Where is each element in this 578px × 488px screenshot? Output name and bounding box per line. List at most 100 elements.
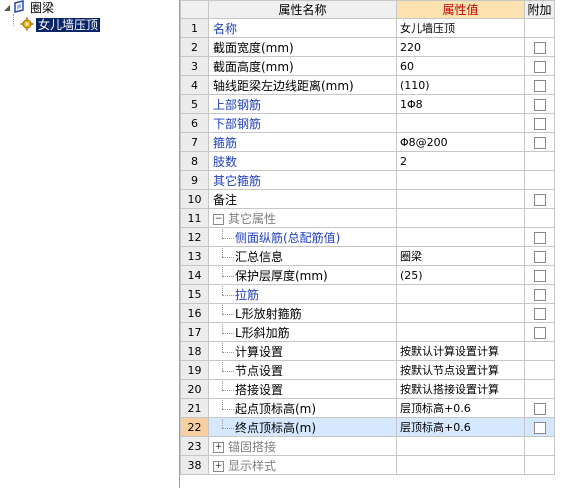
extra-checkbox[interactable] [533,231,546,244]
property-name-cell[interactable]: 其它箍筋 [208,170,397,190]
property-value-cell[interactable] [396,113,525,133]
extra-checkbox[interactable] [533,250,546,263]
property-name-cell[interactable]: 下部钢筋 [208,113,397,133]
property-value-cell[interactable] [396,436,525,456]
extra-checkbox[interactable] [533,60,546,73]
property-row[interactable]: 9 其它箍筋 [180,170,555,190]
property-name-cell[interactable]: 轴线距梁左边线距离(mm) [208,75,397,95]
row-number: 15 [180,284,209,304]
property-row[interactable]: 8 肢数 2 [180,151,555,171]
tree-node-ring-beam[interactable]: ◢ 圈梁 [4,0,56,16]
property-value-cell[interactable] [396,284,525,304]
property-name-cell[interactable]: 备注 [208,189,397,209]
property-value-cell[interactable]: Φ8@200 [396,132,525,152]
extra-checkbox[interactable] [533,288,546,301]
extra-checkbox[interactable] [533,269,546,282]
property-name-cell[interactable]: 节点设置 [208,360,397,380]
property-value-cell[interactable] [396,303,525,323]
property-value-cell[interactable] [396,322,525,342]
tree-node-parapet-cap[interactable]: 女儿墙压顶 [20,17,101,33]
header-property-name[interactable]: 属性名称 [208,0,397,19]
property-row[interactable]: 12 侧面纵筋(总配筋值) [180,227,555,247]
property-row[interactable]: 1 名称 女儿墙压顶 [180,18,555,38]
extra-checkbox[interactable] [533,41,546,54]
property-value-cell[interactable] [396,227,525,247]
property-row[interactable]: 15 拉筋 [180,284,555,304]
property-name-cell[interactable]: 保护层厚度(mm) [208,265,397,285]
property-value-cell[interactable]: 60 [396,56,525,76]
property-name-cell[interactable]: 侧面纵筋(总配筋值) [208,227,397,247]
extra-checkbox[interactable] [533,98,546,111]
extra-cell [524,132,555,152]
property-value-cell[interactable]: 按默认搭接设置计算 [396,379,525,399]
property-row[interactable]: 11− 其它属性 [180,208,555,228]
extra-checkbox[interactable] [533,326,546,339]
property-value-cell[interactable]: 2 [396,151,525,171]
property-row[interactable]: 10 备注 [180,189,555,209]
property-value-cell[interactable]: 按默认计算设置计算 [396,341,525,361]
property-name-cell[interactable]: 肢数 [208,151,397,171]
property-row[interactable]: 16 L形放射箍筋 [180,303,555,323]
property-name-cell[interactable]: L形放射箍筋 [208,303,397,323]
extra-checkbox[interactable] [533,402,546,415]
property-row[interactable]: 14 保护层厚度(mm) (25) [180,265,555,285]
extra-cell [524,75,555,95]
property-name-cell[interactable]: 拉筋 [208,284,397,304]
property-value-cell[interactable]: (110) [396,75,525,95]
property-value-cell[interactable]: 1Φ8 [396,94,525,114]
property-row[interactable]: 38 + 显示样式 [180,455,555,475]
property-row[interactable]: 5 上部钢筋 1Φ8 [180,94,555,114]
property-name-cell[interactable]: 截面宽度(mm) [208,37,397,57]
extra-checkbox[interactable] [533,193,546,206]
property-name-cell[interactable]: + 锚固搭接 [208,436,397,456]
expand-icon[interactable]: + [213,460,224,472]
property-value-cell[interactable]: 220 [396,37,525,57]
header-extra[interactable]: 附加 [524,0,555,19]
property-row[interactable]: 20 搭接设置 按默认搭接设置计算 [180,379,555,399]
property-name-cell[interactable]: 计算设置 [208,341,397,361]
extra-checkbox[interactable] [533,421,546,434]
property-row[interactable]: 21 起点顶标高(m) 层顶标高+0.6 [180,398,555,418]
property-value-cell[interactable]: 圈梁 [396,246,525,266]
property-row[interactable]: 2 截面宽度(mm) 220 [180,37,555,57]
collapse-arrow-icon[interactable]: ◢ [4,0,12,16]
property-row[interactable]: 4 轴线距梁左边线距离(mm) (110) [180,75,555,95]
property-value-cell[interactable]: 层顶标高+0.6 [396,398,525,418]
property-value-cell[interactable]: (25) [396,265,525,285]
property-row[interactable]: 6 下部钢筋 [180,113,555,133]
property-name-cell[interactable]: 终点顶标高(m) [208,417,397,437]
property-name-cell[interactable]: − 其它属性 [208,208,397,228]
property-row[interactable]: 23 + 锚固搭接 [180,436,555,456]
header-property-value[interactable]: 属性值 [396,0,525,19]
property-row[interactable]: 17 L形斜加筋 [180,322,555,342]
extra-checkbox[interactable] [533,79,546,92]
property-value-cell[interactable] [396,189,525,209]
property-row[interactable]: 3 截面高度(mm) 60 [180,56,555,76]
extra-checkbox[interactable] [533,307,546,320]
property-value-cell[interactable]: 女儿墙压顶 [396,18,525,38]
property-name-cell[interactable]: 搭接设置 [208,379,397,399]
extra-checkbox[interactable] [533,136,546,149]
property-name-cell[interactable]: 箍筋 [208,132,397,152]
property-value-cell[interactable]: 层顶标高+0.6 [396,417,525,437]
property-row[interactable]: 13 汇总信息 圈梁 [180,246,555,266]
property-name-cell[interactable]: 汇总信息 [208,246,397,266]
expand-icon[interactable]: + [213,441,224,453]
property-name-cell[interactable]: 起点顶标高(m) [208,398,397,418]
property-value-cell[interactable] [396,455,525,475]
property-name-cell[interactable]: 截面高度(mm) [208,56,397,76]
property-row[interactable]: 18 计算设置 按默认计算设置计算 [180,341,555,361]
property-value-cell[interactable] [396,170,525,190]
property-value-cell[interactable] [396,208,525,228]
property-row[interactable]: 7 箍筋 Φ8@200 [180,132,555,152]
ring-beam-icon [14,0,24,13]
extra-checkbox[interactable] [533,117,546,130]
property-name-cell[interactable]: 名称 [208,18,397,38]
property-name-cell[interactable]: + 显示样式 [208,455,397,475]
property-name-cell[interactable]: 上部钢筋 [208,94,397,114]
property-name-cell[interactable]: L形斜加筋 [208,322,397,342]
collapse-icon[interactable]: − [213,213,224,225]
property-row[interactable]: 19 节点设置 按默认节点设置计算 [180,360,555,380]
property-row[interactable]: 22 终点顶标高(m) 层顶标高+0.6 [180,417,555,437]
property-value-cell[interactable]: 按默认节点设置计算 [396,360,525,380]
